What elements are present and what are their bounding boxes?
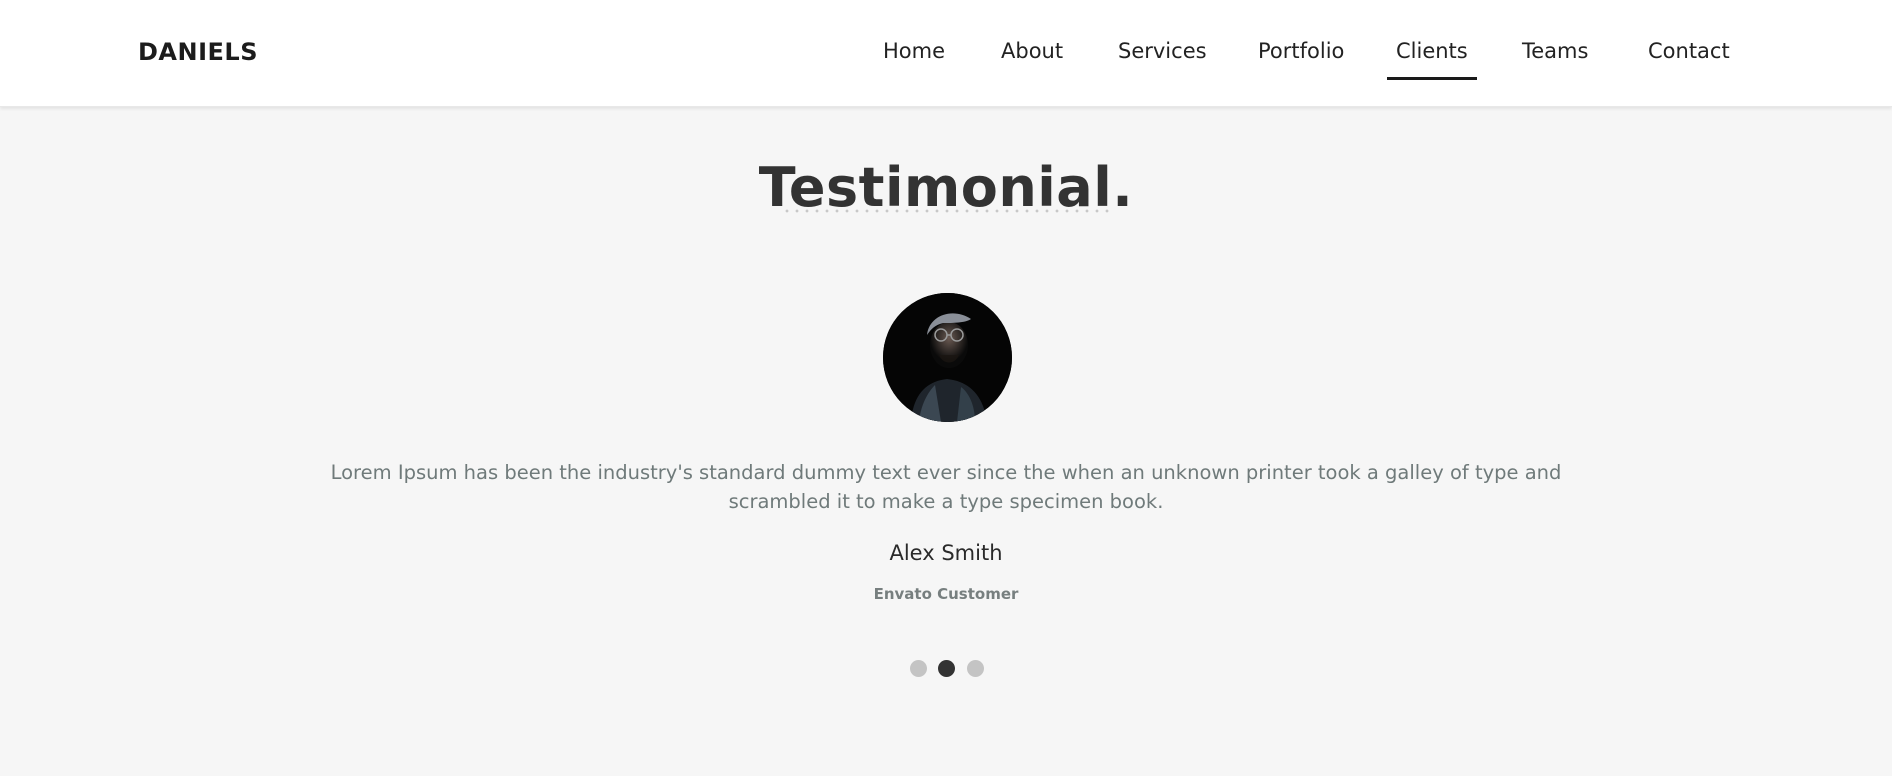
person-photo-icon [883, 293, 1012, 422]
top-navbar: DANIELS Home About Services Portfolio Cl… [0, 0, 1892, 107]
carousel-dot-1[interactable] [910, 660, 927, 677]
carousel-dot-2[interactable] [938, 660, 955, 677]
carousel-dot-3[interactable] [967, 660, 984, 677]
carousel-pagination [910, 660, 986, 678]
nav-home[interactable]: Home [883, 39, 945, 63]
nav-teams[interactable]: Teams [1522, 39, 1588, 63]
nav-contact[interactable]: Contact [1648, 39, 1730, 63]
nav-services[interactable]: Services [1118, 39, 1207, 63]
nav-portfolio[interactable]: Portfolio [1258, 39, 1344, 63]
client-name: Alex Smith [889, 541, 1003, 565]
nav-clients[interactable]: Clients [1387, 39, 1477, 80]
client-avatar [883, 293, 1012, 422]
testimonial-quote: Lorem Ipsum has been the industry's stan… [330, 461, 1562, 513]
client-role: Envato Customer [873, 585, 1019, 603]
title-underline-dots [782, 209, 1112, 213]
brand-logo[interactable]: DANIELS [138, 38, 258, 66]
nav-about[interactable]: About [1001, 39, 1063, 63]
